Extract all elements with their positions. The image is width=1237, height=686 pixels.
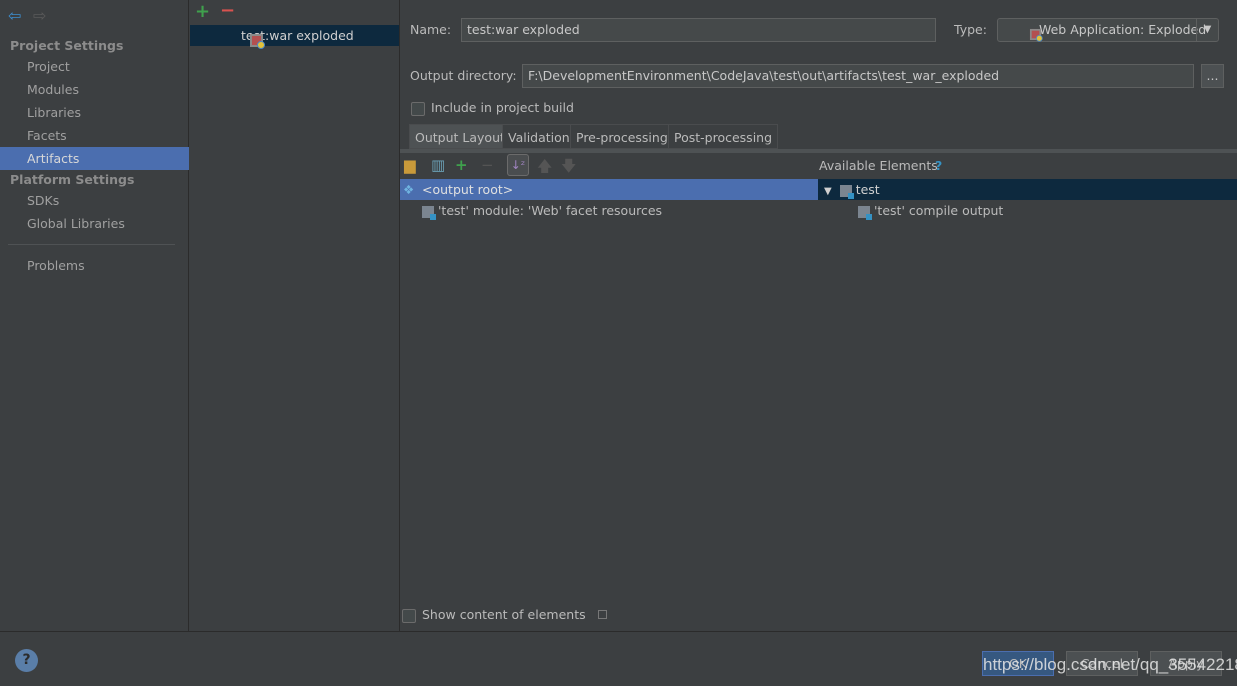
artifact-item[interactable]: test:war exploded bbox=[190, 25, 399, 49]
tab-underline bbox=[400, 149, 1237, 153]
sidebar-item-modules[interactable]: Modules bbox=[0, 78, 189, 101]
output-directory-label: Output directory: bbox=[410, 68, 517, 83]
new-directory-icon[interactable]: ▆ bbox=[404, 156, 416, 174]
footer-divider bbox=[0, 631, 1237, 632]
type-value: Web Application: Exploded bbox=[1038, 22, 1207, 37]
add-element-icon[interactable]: + bbox=[455, 156, 468, 174]
output-root-icon: ❖ bbox=[403, 182, 415, 197]
move-down-icon[interactable]: 🡇 bbox=[561, 156, 576, 181]
available-item-compile-output[interactable]: 'test' compile output bbox=[858, 200, 1003, 221]
artifact-list-panel: + − test:war exploded bbox=[190, 0, 400, 631]
sort-az-icon[interactable]: ↓ᶻ bbox=[507, 154, 529, 176]
section-platform-settings: Platform Settings bbox=[10, 172, 135, 187]
sidebar-item-libraries[interactable]: Libraries bbox=[0, 101, 189, 124]
divider bbox=[8, 244, 175, 245]
tree-label: 'test' module: 'Web' facet resources bbox=[438, 203, 663, 218]
folder-icon bbox=[839, 184, 854, 199]
sidebar-item-global-libraries[interactable]: Global Libraries bbox=[0, 212, 189, 235]
browse-button[interactable]: ... bbox=[1201, 64, 1224, 88]
sidebar-item-sdks[interactable]: SDKs bbox=[0, 189, 189, 212]
move-up-icon[interactable]: 🡅 bbox=[537, 156, 552, 181]
expand-icon[interactable]: ▼ bbox=[824, 186, 832, 197]
help-icon[interactable]: ? bbox=[935, 158, 942, 173]
name-label: Name: bbox=[410, 22, 452, 37]
chevron-down-icon[interactable]: ▼ bbox=[1196, 19, 1218, 41]
output-directory-input[interactable]: F:\DevelopmentEnvironment\CodeJava\test\… bbox=[522, 64, 1194, 88]
module-icon bbox=[422, 205, 436, 220]
tree-label: <output root> bbox=[422, 182, 514, 197]
available-elements-title: Available Elements bbox=[819, 158, 938, 173]
tree-label: test bbox=[855, 182, 880, 197]
sidebar-item-artifacts[interactable]: Artifacts bbox=[0, 147, 189, 170]
checkbox-box[interactable] bbox=[402, 608, 416, 623]
war-artifact-icon bbox=[1029, 28, 1043, 42]
show-content-checkbox[interactable]: Show content of elements bbox=[402, 607, 607, 623]
include-in-build-checkbox[interactable]: Include in project build bbox=[411, 100, 574, 116]
type-label: Type: bbox=[954, 22, 987, 37]
sidebar-item-project[interactable]: Project bbox=[0, 55, 189, 78]
forward-arrow-icon[interactable]: ⇨ bbox=[33, 6, 46, 25]
show-content-label: Show content of elements bbox=[422, 607, 586, 622]
watermark: https://blog.csdn.net/qq_35542218 bbox=[983, 655, 1237, 674]
archive-icon[interactable]: ▥ bbox=[431, 156, 445, 174]
tree-label: 'test' compile output bbox=[874, 203, 1004, 218]
include-label: Include in project build bbox=[431, 100, 574, 115]
remove-icon[interactable]: − bbox=[220, 0, 235, 21]
available-item-test[interactable]: ▼ test bbox=[818, 179, 1237, 200]
sidebar-item-problems[interactable]: Problems bbox=[0, 254, 189, 277]
folder-icon bbox=[858, 205, 872, 220]
remove-element-icon[interactable]: − bbox=[481, 156, 494, 174]
help-button[interactable]: ? bbox=[15, 649, 38, 672]
sidebar-item-facets[interactable]: Facets bbox=[0, 124, 189, 147]
tree-item-facet-resources[interactable]: 'test' module: 'Web' facet resources bbox=[422, 200, 662, 221]
back-arrow-icon[interactable]: ⇦ bbox=[8, 6, 21, 25]
settings-icon[interactable] bbox=[597, 610, 607, 619]
tab-pre-processing[interactable]: Pre-processing bbox=[570, 124, 674, 149]
checkbox-box[interactable] bbox=[411, 101, 425, 116]
type-select[interactable]: Web Application: Exploded ▼ bbox=[997, 18, 1219, 42]
sidebar: ⇦ ⇨ Project Settings Project Modules Lib… bbox=[0, 0, 189, 631]
tab-post-processing[interactable]: Post-processing bbox=[668, 124, 779, 149]
tab-output-layout[interactable]: Output Layout bbox=[409, 124, 511, 149]
war-artifact-icon bbox=[250, 34, 265, 49]
tab-validation[interactable]: Validation bbox=[502, 124, 576, 149]
tree-item-output-root[interactable]: ❖ <output root> bbox=[400, 179, 818, 200]
name-input[interactable]: test:war exploded bbox=[461, 18, 936, 42]
section-project-settings: Project Settings bbox=[10, 38, 124, 53]
add-icon[interactable]: + bbox=[195, 1, 210, 22]
